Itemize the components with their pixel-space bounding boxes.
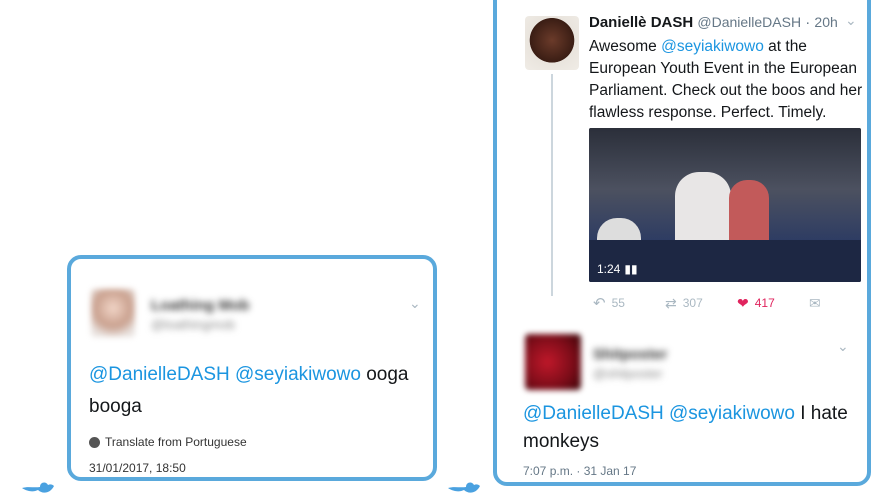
author-handle[interactable]: @shitposter [593,366,663,381]
twitter-bird-icon [22,482,54,493]
text-before: Awesome [589,38,662,55]
mention[interactable]: @seyiakiwowo [661,38,764,55]
video-duration: 1:24 ▮▮ [597,262,638,276]
retweet-button[interactable]: ⇄ 307 [665,294,737,312]
translate-row[interactable]: Translate from Portuguese [89,435,247,449]
like-button[interactable]: ❤ 417 [737,294,809,312]
duration-label: 1:24 [597,262,621,276]
avatar[interactable] [525,334,581,390]
avatar[interactable] [525,16,579,70]
mentions[interactable]: @DanielleDASH @seyiakiwowo [523,403,795,424]
video-figure-2 [729,180,769,244]
heart-icon: ❤ [737,294,749,311]
reply-icon: ↶ [593,295,606,312]
retweet-icon: ⇄ [665,294,677,311]
message-button[interactable]: ✉ [809,294,849,312]
left-tweet-card: Loathing Mob @loathingmob ⌄ @DanielleDAS… [67,255,437,481]
globe-icon [89,436,100,448]
chevron-down-icon[interactable]: ⌄ [409,295,421,312]
reply-count: 55 [611,296,625,310]
author-name[interactable]: Loathing Mob [151,297,249,314]
chevron-down-icon[interactable]: ⌄ [845,12,857,29]
like-count: 417 [754,296,775,310]
thread-line [551,74,553,296]
timestamp: 31/01/2017, 18:50 [89,461,186,475]
timestamp: 7:07 p.m. · 31 Jan 17 [523,464,637,478]
twitter-bird-icon [448,482,480,493]
tweet-text: @DanielleDASH @seyiakiwowo I hate monkey… [523,400,863,456]
right-tweet-card: Daniellè DASH @DanielleDASH · 20h ⌄ Awes… [493,0,871,486]
tweet-text: Awesome @seyiakiwowo at the European You… [589,36,865,124]
tweet-text: @DanielleDASH @seyiakiwowo ooga booga [89,359,419,423]
author-row: Daniellè DASH @DanielleDASH · 20h [589,14,838,31]
action-bar: ↶ 55 ⇄ 307 ❤ 417 ✉ [593,294,849,313]
reply-button[interactable]: ↶ 55 [593,294,665,312]
author-handle[interactable]: @loathingmob [151,317,235,332]
volume-icon: ▮▮ [624,262,638,276]
author-handle[interactable]: @DanielleDASH [697,14,801,30]
author-name[interactable]: Shitposter [593,346,667,363]
avatar[interactable] [91,289,135,337]
tweet-age[interactable]: 20h [814,14,837,30]
chevron-down-icon[interactable]: ⌄ [837,338,849,355]
message-icon: ✉ [809,294,821,311]
retweet-count: 307 [682,296,703,310]
translate-label[interactable]: Translate from Portuguese [105,435,247,449]
mentions[interactable]: @DanielleDASH @seyiakiwowo [89,364,361,385]
separator: · [805,14,811,31]
video-thumbnail[interactable]: 1:24 ▮▮ [589,128,861,282]
author-name[interactable]: Daniellè DASH [589,14,693,31]
